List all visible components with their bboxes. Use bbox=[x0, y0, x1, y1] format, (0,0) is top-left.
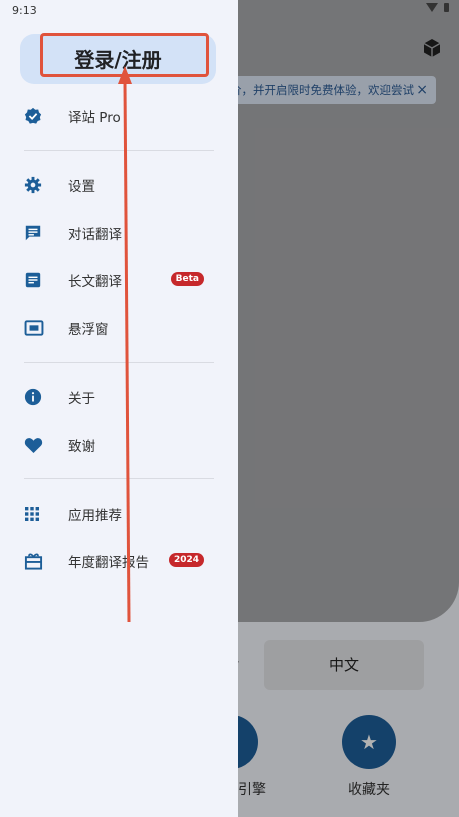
annotation-arrow bbox=[118, 66, 132, 623]
